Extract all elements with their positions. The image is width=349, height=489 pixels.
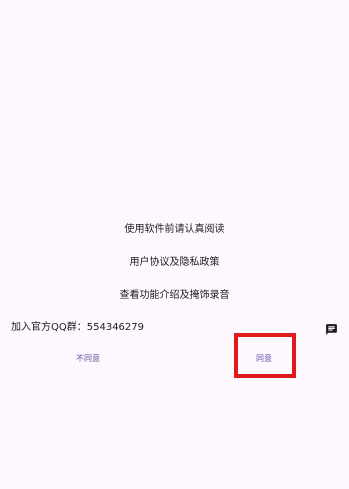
disagree-button[interactable]: 不同意 [60, 353, 116, 365]
agree-button[interactable]: 同意 [236, 353, 292, 365]
qq-group-text: 加入官方QQ群：554346279 [11, 322, 145, 333]
feature-intro-link[interactable]: 查看功能介绍及掩饰录音 [0, 289, 349, 303]
message-icon[interactable] [325, 321, 338, 335]
user-agreement-privacy-link[interactable]: 用户协议及隐私政策 [0, 256, 349, 270]
read-before-use-text: 使用软件前请认真阅读 [124, 224, 225, 235]
